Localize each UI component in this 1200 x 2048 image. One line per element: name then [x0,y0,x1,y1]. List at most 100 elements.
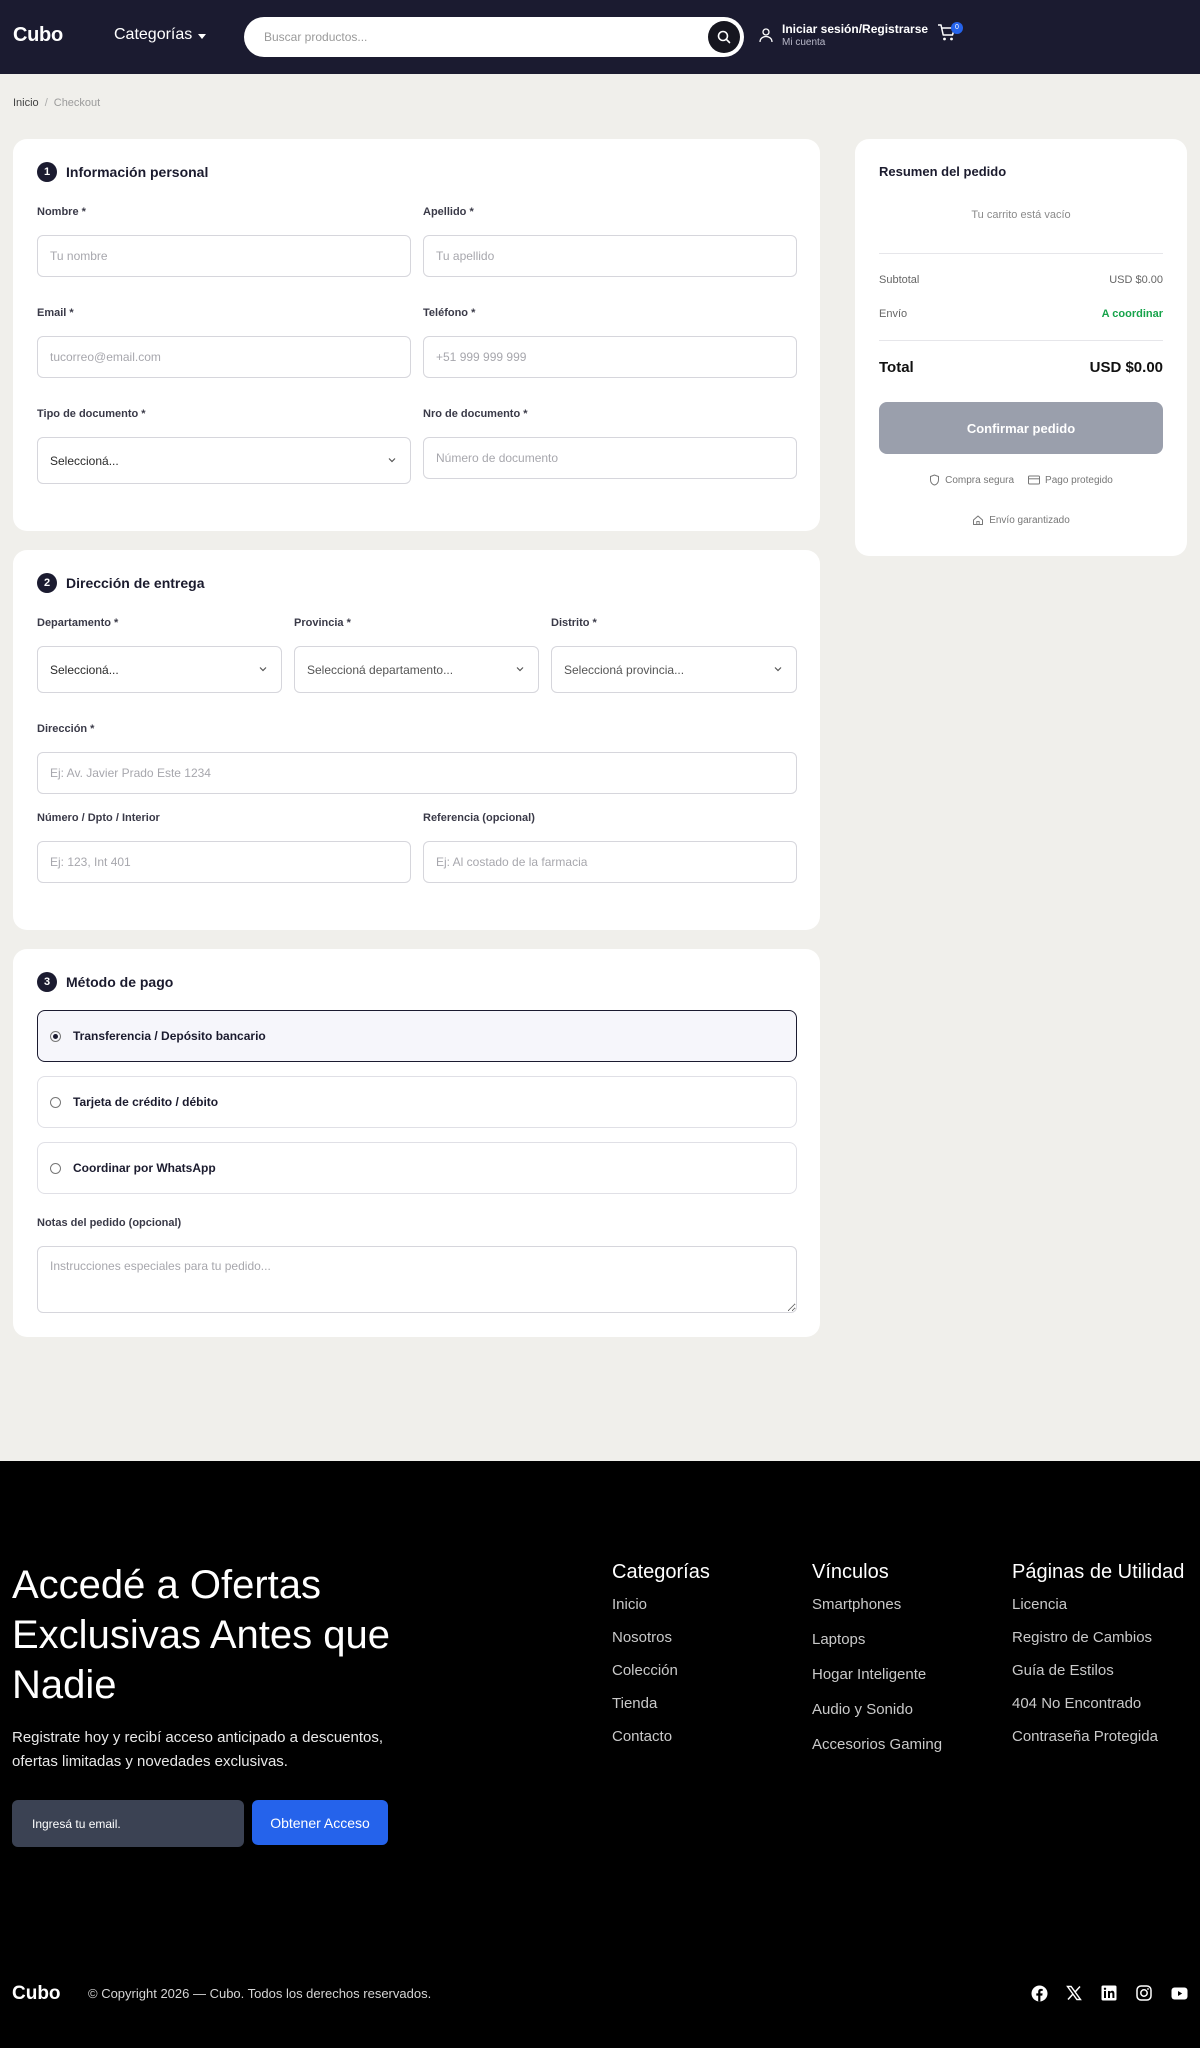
instagram-icon[interactable] [1135,1984,1153,2002]
departamento-select[interactable]: Seleccioná... [37,646,282,693]
email-input[interactable] [37,336,411,378]
payment-option-label: Coordinar por WhatsApp [73,1161,216,1175]
trust-label: Compra segura [945,474,1015,486]
personal-info-card: 1 Información personal Nombre * Apellido… [13,139,820,531]
newsletter-email-input[interactable] [12,1800,244,1847]
footer-link[interactable]: Guía de Estilos [1012,1662,1184,1679]
section-title: Información personal [66,164,209,180]
total-value: USD $0.00 [1089,359,1163,376]
chevron-down-icon [774,667,782,672]
footer-link[interactable]: Colección [612,1662,710,1679]
footer-link[interactable]: Nosotros [612,1629,710,1646]
logo[interactable]: Cubo [13,24,63,47]
footer-column-vinculos: Vínculos Smartphones Laptops Hogar Intel… [812,1561,942,1753]
footer-column-title: Categorías [612,1561,710,1583]
email-label: Email * [37,307,74,319]
footer-link[interactable]: Inicio [612,1596,710,1613]
payment-option-label: Tarjeta de crédito / débito [73,1095,219,1109]
payment-option-transferencia[interactable]: Transferencia / Depósito bancario [37,1010,797,1062]
footer-link[interactable]: Contraseña Protegida [1012,1728,1184,1745]
account-link[interactable]: Iniciar sesión/Registrarse Mi cuenta [758,22,928,48]
divider [879,340,1163,341]
step-number: 2 [37,573,57,593]
tipo-documento-value: Seleccioná... [50,453,119,468]
tipo-documento-select[interactable]: Seleccioná... [37,437,411,484]
distrito-value: Seleccioná provincia... [564,662,685,677]
subtotal-value: USD $0.00 [1109,274,1163,286]
footer-link[interactable]: Licencia [1012,1596,1184,1613]
direccion-input[interactable] [37,752,797,794]
cart-button[interactable]: 0 [937,22,963,47]
apellido-input[interactable] [423,235,797,277]
confirm-order-button[interactable]: Confirmar pedido [879,402,1163,454]
footer-link[interactable]: Audio y Sonido [812,1701,942,1718]
footer-logo[interactable]: Cubo [12,1983,61,2005]
payment-option-label: Transferencia / Depósito bancario [73,1029,266,1043]
referencia-label: Referencia (opcional) [423,812,535,824]
footer-column-title: Páginas de Utilidad [1012,1561,1185,1583]
search-icon [717,30,731,44]
nombre-input[interactable] [37,235,411,277]
provincia-select[interactable]: Seleccioná departamento... [294,646,539,693]
section-title: Dirección de entrega [66,575,205,591]
provincia-value: Seleccioná departamento... [307,662,454,677]
search-input[interactable] [264,17,684,57]
numero-input[interactable] [37,841,411,883]
chevron-down-icon [259,667,267,672]
trust-label: Pago protegido [1045,474,1113,486]
footer-link[interactable]: 404 No Encontrado [1012,1695,1184,1712]
footer-link[interactable]: Hogar Inteligente [812,1666,942,1683]
notes-label: Notas del pedido (opcional) [37,1217,182,1229]
footer-column-utilidad: Páginas de Utilidad Licencia Registro de… [1012,1561,1184,1745]
get-access-button[interactable]: Obtener Acceso [252,1800,388,1845]
empty-cart-text: Tu carrito está vacío [971,209,1071,221]
payment-card: 3 Método de pago Transferencia / Depósit… [13,949,820,1337]
shipping-value: A coordinar [1101,308,1163,320]
step-number: 3 [37,972,57,992]
footer-link[interactable]: Laptops [812,1631,942,1648]
apellido-label: Apellido * [423,206,474,218]
copyright-text: © Copyright 2026 — Cubo. Todos los derec… [88,1986,432,2001]
order-notes-textarea[interactable] [37,1246,797,1313]
breadcrumb-home-link[interactable]: Inicio [13,97,39,109]
footer-column-title: Vínculos [812,1561,889,1583]
distrito-label: Distrito * [551,617,597,629]
footer-link[interactable]: Tienda [612,1695,710,1712]
section-title: Método de pago [66,974,174,990]
guaranteed-shipping-badge: Envío garantizado [972,514,1070,526]
footer-link[interactable]: Registro de Cambios [1012,1629,1184,1646]
breadcrumb: Inicio / Checkout [13,97,100,109]
search-button[interactable] [708,21,740,53]
categories-menu-button[interactable]: Categorías [114,26,207,44]
total-label: Total [879,359,914,376]
shipping-label: Envío [879,308,908,320]
departamento-label: Departamento * [37,617,119,629]
summary-title: Resumen del pedido [879,164,1007,179]
footer-link[interactable]: Accesorios Gaming [812,1736,942,1753]
payment-heading: 3 Método de pago [37,972,173,992]
facebook-icon[interactable] [1030,1984,1048,2002]
user-icon [759,28,773,43]
secure-purchase-badge: Compra segura [929,474,1014,486]
footer-link[interactable]: Smartphones [812,1596,942,1613]
payment-option-tarjeta[interactable]: Tarjeta de crédito / débito [37,1076,797,1128]
youtube-icon[interactable] [1170,1984,1188,2002]
footer-link[interactable]: Contacto [612,1728,710,1745]
linkedin-icon[interactable] [1100,1984,1118,2002]
x-icon[interactable] [1065,1984,1083,2002]
chevron-down-icon [388,458,396,463]
referencia-input[interactable] [423,841,797,883]
chevron-down-icon [516,667,524,672]
nro-documento-input[interactable] [423,437,797,479]
caret-down-icon [198,33,207,39]
personal-info-heading: 1 Información personal [37,162,208,182]
social-links [1030,1984,1188,2002]
payment-option-whatsapp[interactable]: Coordinar por WhatsApp [37,1142,797,1194]
distrito-select[interactable]: Seleccioná provincia... [551,646,797,693]
trust-badges-row-2: Envío garantizado [855,514,1187,526]
shield-icon [930,474,940,486]
newsletter-headline: Accedé a Ofertas Exclusivas Antes que Na… [12,1563,390,1707]
step-number: 1 [37,162,57,182]
telefono-input[interactable] [423,336,797,378]
nombre-label: Nombre * [37,206,86,218]
